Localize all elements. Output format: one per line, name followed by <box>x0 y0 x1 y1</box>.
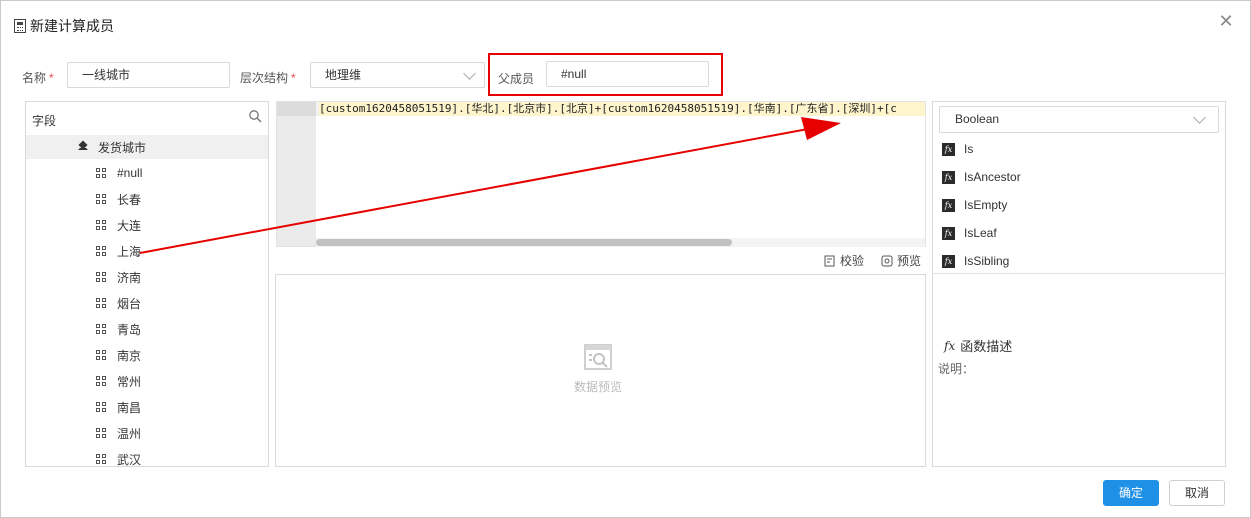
annotation-arrow <box>139 117 841 254</box>
cancel-button[interactable]: 取消 <box>1169 480 1225 506</box>
ok-button[interactable]: 确定 <box>1103 480 1159 506</box>
